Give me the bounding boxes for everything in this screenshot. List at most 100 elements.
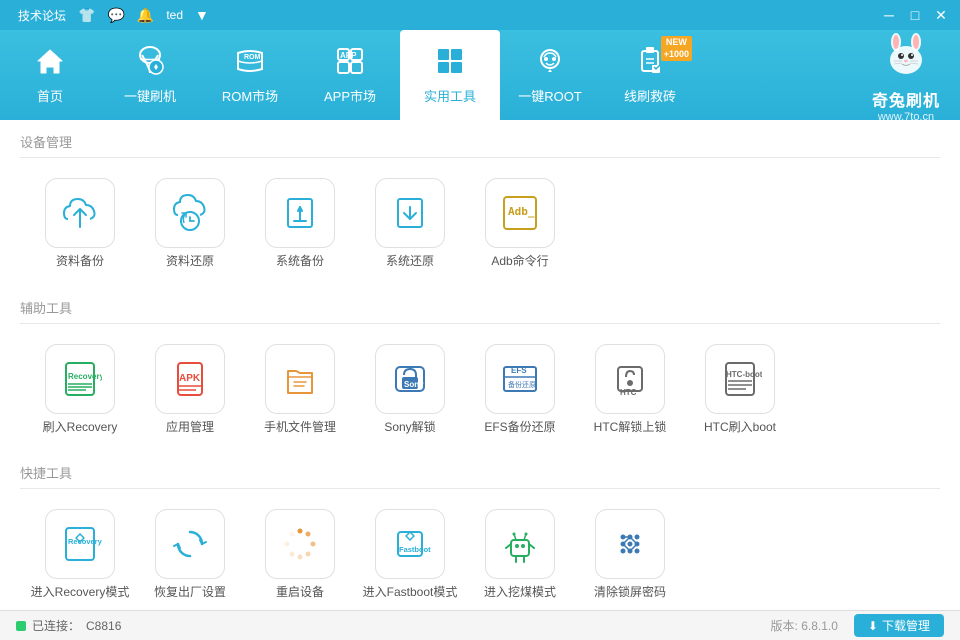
tool-file-mgmt[interactable]: 手机文件管理 xyxy=(250,344,350,436)
ted-link[interactable]: ted xyxy=(166,8,183,22)
device-mgmt-grid: 资料备份 资料还原 xyxy=(20,168,940,286)
close-button[interactable]: ✕ xyxy=(930,4,952,26)
tool-reboot[interactable]: 重启设备 xyxy=(250,509,350,601)
maximize-button[interactable]: □ xyxy=(904,4,926,26)
status-dot-icon xyxy=(16,621,26,631)
svg-text:Fastboot: Fastboot xyxy=(399,545,431,554)
tool-excavator[interactable]: 进入挖煤模式 xyxy=(470,509,570,601)
section-quick-tools: 快捷工具 xyxy=(20,451,940,489)
excavator-label: 进入挖煤模式 xyxy=(484,585,556,601)
efs-backup-label: EFS备份还原 xyxy=(484,420,555,436)
root-icon xyxy=(534,45,566,82)
chat-icon[interactable]: 💬 xyxy=(107,7,124,24)
svg-text:Sony: Sony xyxy=(404,380,424,389)
data-backup-icon-box xyxy=(45,178,115,248)
version-number: 6.8.1.0 xyxy=(801,619,838,633)
device-name: C8816 xyxy=(86,619,121,633)
nav-label-home: 首页 xyxy=(37,86,63,105)
rabbit-icon xyxy=(880,28,932,87)
nav-item-home[interactable]: 首页 xyxy=(0,30,100,120)
sony-unlock-label: Sony解锁 xyxy=(384,420,435,436)
tools-icon xyxy=(434,45,466,82)
tool-htc-unlock[interactable]: HTC HTC解锁上锁 xyxy=(580,344,680,436)
titlebar-links: 技术论坛 👕 💬 🔔 ted ▼ xyxy=(8,7,872,24)
download-btn-label: 下载管理 xyxy=(882,617,930,634)
tool-apk-mgmt[interactable]: APK 应用管理 xyxy=(140,344,240,436)
tool-sony-unlock[interactable]: Sony Sony解锁 xyxy=(360,344,460,436)
dropdown-icon[interactable]: ▼ xyxy=(195,7,209,23)
nav-item-tools[interactable]: 实用工具 xyxy=(400,30,500,120)
htc-unlock-label: HTC解锁上锁 xyxy=(594,420,667,436)
flash-icon xyxy=(134,45,166,82)
apk-mgmt-icon-box: APK xyxy=(155,344,225,414)
app-logo: 奇兔刷机 www.7to.cn xyxy=(852,30,960,120)
file-mgmt-icon-box xyxy=(265,344,335,414)
svg-text:APP: APP xyxy=(340,51,357,60)
reboot-label: 重启设备 xyxy=(276,585,324,601)
reboot-icon-box xyxy=(265,509,335,579)
sys-restore-icon-box xyxy=(375,178,445,248)
tshirt-icon[interactable]: 👕 xyxy=(78,7,95,24)
connected-label: 已连接： xyxy=(32,617,80,634)
version-info: 版本: 6.8.1.0 xyxy=(771,617,838,634)
app-icon: APP xyxy=(334,45,366,82)
nav-item-flash[interactable]: 一键刷机 xyxy=(100,30,200,120)
sys-restore-label: 系统还原 xyxy=(386,254,434,270)
tool-fastboot[interactable]: Fastboot 进入Fastboot模式 xyxy=(360,509,460,601)
htc-unlock-icon-box: HTC xyxy=(595,344,665,414)
home-icon xyxy=(34,45,66,82)
nav-label-app: APP市场 xyxy=(324,86,376,105)
tool-data-restore[interactable]: 资料还原 xyxy=(140,178,240,270)
file-mgmt-label: 手机文件管理 xyxy=(264,420,336,436)
svg-text:HTC: HTC xyxy=(620,388,637,397)
svg-text:EFS: EFS xyxy=(511,366,527,375)
assist-tools-grid: Recovery 刷入Recovery APK 应用管理 xyxy=(20,334,940,452)
htc-boot-label: HTC刷入boot xyxy=(704,420,776,436)
excavator-icon-box xyxy=(485,509,555,579)
statusbar: 已连接： C8816 版本: 6.8.1.0 ⬇ 下载管理 xyxy=(0,610,960,640)
forum-link[interactable]: 技术论坛 xyxy=(18,7,66,24)
logo-text: 奇兔刷机 xyxy=(872,87,940,111)
tool-sys-backup[interactable]: 系统备份 xyxy=(250,178,350,270)
tool-adb[interactable]: Adb_ Adb命令行 xyxy=(470,178,570,270)
nav-item-rescue[interactable]: NEW +1000 线刷救砖 xyxy=(600,30,700,120)
svg-text:Adb_: Adb_ xyxy=(508,205,535,218)
tool-data-backup[interactable]: 资料备份 xyxy=(30,178,130,270)
svg-text:HTC-boot: HTC-boot xyxy=(726,370,762,379)
factory-reset-icon-box xyxy=(155,509,225,579)
nav-item-app[interactable]: APP APP市场 xyxy=(300,30,400,120)
tool-recovery-flash[interactable]: Recovery 刷入Recovery xyxy=(30,344,130,436)
nav-label-rom: ROM市场 xyxy=(222,86,278,105)
content-area: 设备管理 资料备份 xyxy=(0,120,960,610)
bell-icon[interactable]: 🔔 xyxy=(137,7,154,24)
tool-efs-backup[interactable]: EFS 备份还原 EFS备份还原 xyxy=(470,344,570,436)
nav-label-flash: 一键刷机 xyxy=(124,86,176,105)
htc-boot-icon-box: HTC-boot xyxy=(705,344,775,414)
titlebar: 技术论坛 👕 💬 🔔 ted ▼ ─ □ ✕ xyxy=(0,0,960,30)
enter-recovery-icon-box: Recovery xyxy=(45,509,115,579)
nav-item-root[interactable]: 一键ROOT xyxy=(500,30,600,120)
factory-reset-label: 恢复出厂设置 xyxy=(154,585,226,601)
svg-text:Recovery: Recovery xyxy=(68,372,102,381)
tool-sys-restore[interactable]: 系统还原 xyxy=(360,178,460,270)
nav-label-root: 一键ROOT xyxy=(518,86,582,105)
tool-enter-recovery[interactable]: Recovery 进入Recovery模式 xyxy=(30,509,130,601)
tool-lockscreen[interactable]: 清除锁屏密码 xyxy=(580,509,680,601)
apk-mgmt-label: 应用管理 xyxy=(166,420,214,436)
nav-label-rescue: 线刷救砖 xyxy=(624,86,676,105)
recovery-flash-icon-box: Recovery xyxy=(45,344,115,414)
tool-htc-boot[interactable]: HTC-boot HTC刷入boot xyxy=(690,344,790,436)
sys-backup-label: 系统备份 xyxy=(276,254,324,270)
svg-text:APK: APK xyxy=(179,373,201,384)
download-manager-button[interactable]: ⬇ 下载管理 xyxy=(854,614,944,637)
tool-factory-reset[interactable]: 恢复出厂设置 xyxy=(140,509,240,601)
sys-backup-icon-box xyxy=(265,178,335,248)
adb-icon-box: Adb_ xyxy=(485,178,555,248)
fastboot-label: 进入Fastboot模式 xyxy=(363,585,458,601)
section-device-mgmt: 设备管理 xyxy=(20,120,940,158)
minimize-button[interactable]: ─ xyxy=(878,4,900,26)
lockscreen-label: 清除锁屏密码 xyxy=(594,585,666,601)
fastboot-icon-box: Fastboot xyxy=(375,509,445,579)
nav-label-tools: 实用工具 xyxy=(424,86,476,105)
nav-item-rom[interactable]: ROM ROM市场 xyxy=(200,30,300,120)
